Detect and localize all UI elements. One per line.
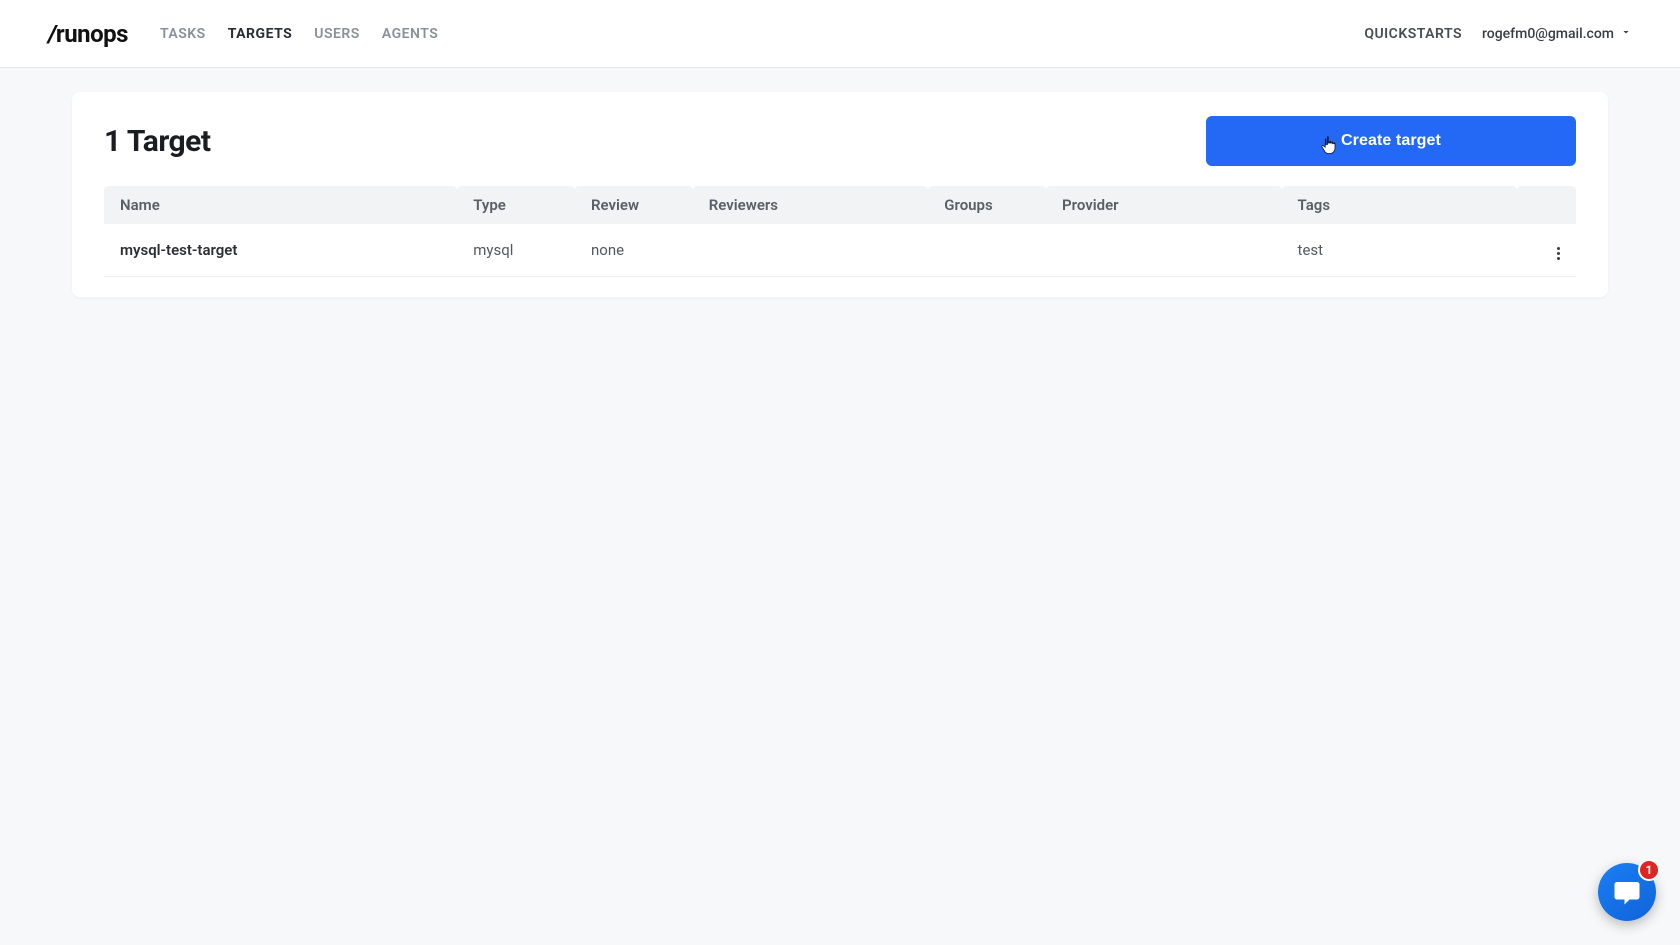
row-actions-button[interactable] <box>1517 224 1576 276</box>
col-actions <box>1517 186 1576 224</box>
cell-review: none <box>575 224 693 276</box>
logo-slash: / <box>48 20 56 48</box>
kebab-menu-icon <box>1557 244 1560 264</box>
chat-widget-button[interactable]: 1 <box>1598 863 1656 921</box>
col-provider: Provider <box>1046 186 1282 224</box>
logo-name: runops <box>56 20 128 48</box>
col-groups: Groups <box>928 186 1046 224</box>
user-email: rogefm0@gmail.com <box>1482 26 1614 42</box>
col-tags: Tags <box>1282 186 1518 224</box>
targets-card: 1 Target Create target Name Type Review … <box>72 92 1608 297</box>
card-head: 1 Target Create target <box>104 116 1576 166</box>
nav-item-agents[interactable]: AGENTS <box>380 20 440 48</box>
nav-item-tasks[interactable]: TASKS <box>158 20 208 48</box>
header-right: QUICKSTARTS rogefm0@gmail.com <box>1364 26 1632 42</box>
cell-provider <box>1046 224 1282 276</box>
quickstarts-link[interactable]: QUICKSTARTS <box>1364 26 1462 42</box>
primary-nav: TASKS TARGETS USERS AGENTS <box>158 20 440 48</box>
chat-badge: 1 <box>1638 859 1660 881</box>
brand-logo[interactable]: /runops <box>48 20 128 48</box>
cell-name: mysql-test-target <box>104 224 457 276</box>
user-menu[interactable]: rogefm0@gmail.com <box>1482 26 1632 42</box>
col-reviewers: Reviewers <box>693 186 929 224</box>
cell-type: mysql <box>457 224 575 276</box>
header-left: /runops TASKS TARGETS USERS AGENTS <box>48 20 440 48</box>
nav-item-targets[interactable]: TARGETS <box>226 20 295 48</box>
col-review: Review <box>575 186 693 224</box>
chevron-down-icon <box>1620 26 1632 42</box>
cell-tags: test <box>1282 224 1518 276</box>
create-target-button[interactable]: Create target <box>1206 116 1576 166</box>
content-wrap: 1 Target Create target Name Type Review … <box>0 68 1680 321</box>
col-name: Name <box>104 186 457 224</box>
col-type: Type <box>457 186 575 224</box>
app-header: /runops TASKS TARGETS USERS AGENTS QUICK… <box>0 0 1680 68</box>
targets-table: Name Type Review Reviewers Groups Provid… <box>104 186 1576 277</box>
page-title: 1 Target <box>104 124 211 159</box>
nav-item-users[interactable]: USERS <box>312 20 362 48</box>
chat-icon <box>1612 877 1642 907</box>
cell-groups <box>928 224 1046 276</box>
table-header-row: Name Type Review Reviewers Groups Provid… <box>104 186 1576 224</box>
table-row[interactable]: mysql-test-target mysql none test <box>104 224 1576 276</box>
cell-reviewers <box>693 224 929 276</box>
